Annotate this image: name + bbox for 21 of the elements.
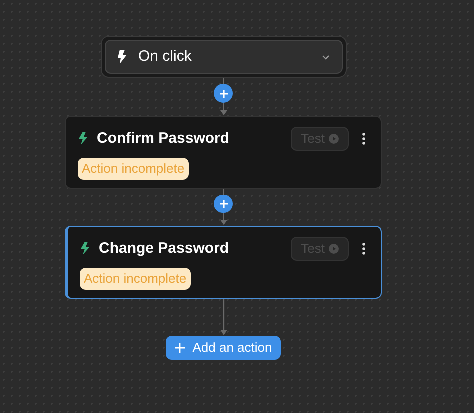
play-icon bbox=[329, 134, 339, 144]
plus-icon bbox=[174, 343, 185, 353]
status-badge: Action incomplete bbox=[78, 158, 189, 180]
add-step-button[interactable] bbox=[214, 194, 233, 214]
arrow-connector bbox=[220, 103, 228, 116]
status-badge: Action incomplete bbox=[80, 268, 191, 290]
play-icon bbox=[329, 244, 339, 254]
lightning-icon bbox=[118, 50, 126, 64]
arrow-connector bbox=[220, 213, 228, 226]
action-title: Confirm Password bbox=[97, 128, 231, 149]
action-title: Change Password bbox=[99, 238, 230, 259]
more-icon bbox=[362, 133, 366, 145]
plus-icon bbox=[218, 88, 228, 98]
arrow-connector bbox=[220, 299, 228, 336]
trigger-dropdown[interactable]: On click bbox=[104, 40, 342, 74]
lightning-icon bbox=[80, 242, 92, 256]
more-icon bbox=[362, 243, 366, 255]
add-step-button[interactable] bbox=[214, 84, 233, 103]
plus-icon bbox=[218, 199, 228, 210]
lightning-icon bbox=[78, 132, 90, 146]
chevron-down-icon bbox=[322, 54, 330, 60]
